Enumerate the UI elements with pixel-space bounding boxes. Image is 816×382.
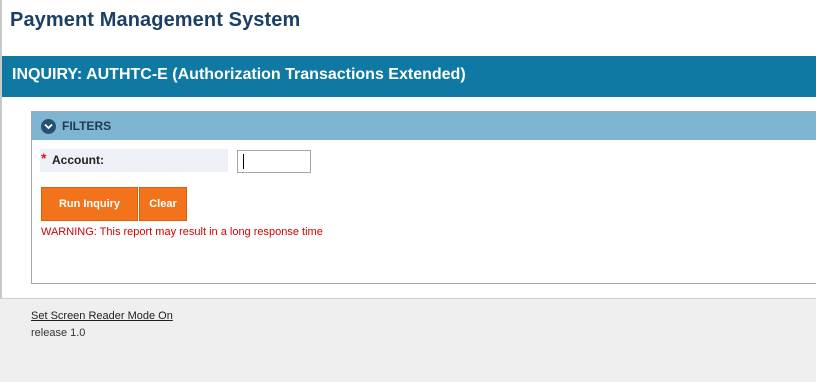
warning-message: WARNING: This report may result in a lon… bbox=[41, 226, 323, 238]
app-title: Payment Management System bbox=[10, 9, 301, 31]
page-banner: INQUIRY: AUTHTC-E (Authorization Transac… bbox=[2, 56, 816, 97]
chevron-down-circle-icon[interactable] bbox=[41, 119, 56, 134]
account-input[interactable] bbox=[237, 150, 311, 173]
page-heading: INQUIRY: AUTHTC-E (Authorization Transac… bbox=[12, 66, 466, 83]
footer: Set Screen Reader Mode On release 1.0 bbox=[0, 298, 816, 382]
screen-reader-mode-link[interactable]: Set Screen Reader Mode On bbox=[31, 310, 173, 322]
filters-header[interactable]: FILTERS bbox=[32, 112, 816, 140]
clear-button[interactable]: Clear bbox=[139, 187, 187, 221]
required-marker: * bbox=[41, 150, 47, 166]
text-cursor bbox=[243, 154, 244, 169]
run-inquiry-button[interactable]: Run Inquiry bbox=[41, 187, 138, 221]
left-border bbox=[0, 0, 2, 298]
filters-panel: FILTERS * Account: Run Inquiry Clear WAR… bbox=[31, 111, 816, 284]
release-version: release 1.0 bbox=[31, 327, 86, 339]
page: Payment Management System INQUIRY: AUTHT… bbox=[0, 0, 816, 382]
account-label-cell: * Account: bbox=[40, 149, 228, 172]
filters-label: FILTERS bbox=[62, 119, 112, 133]
account-label: Account: bbox=[52, 153, 104, 167]
